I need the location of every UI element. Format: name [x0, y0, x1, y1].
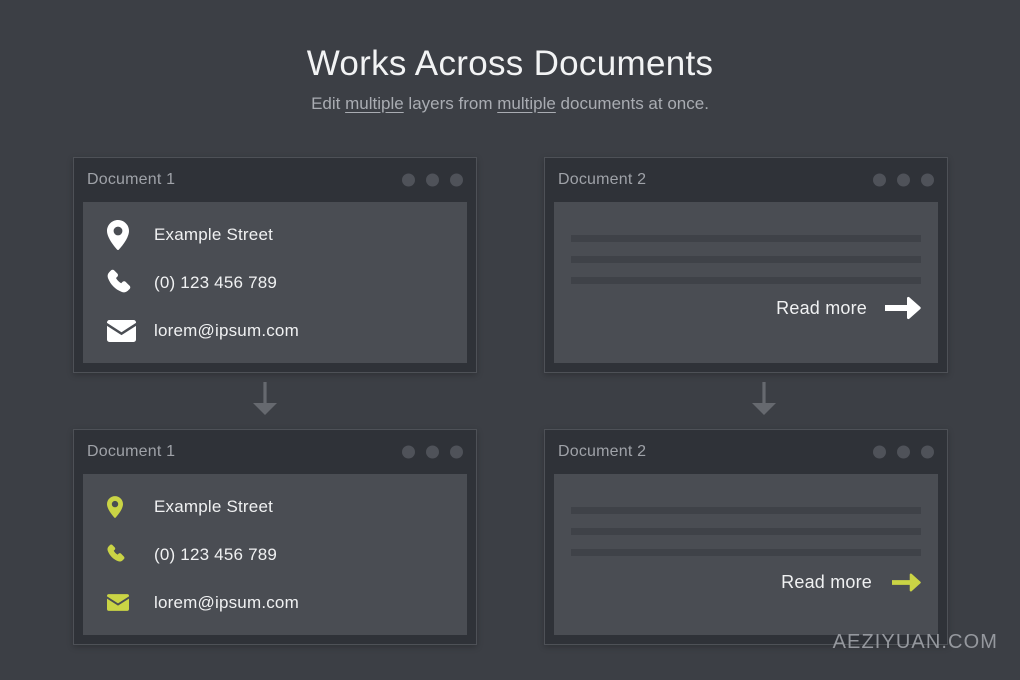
card-document-1-after[interactable]: Document 1 Example Street — [73, 429, 477, 645]
page-title: Works Across Documents — [0, 46, 1020, 83]
contact-row-email[interactable]: lorem@ipsum.com — [107, 579, 455, 627]
placeholder-line — [571, 528, 921, 535]
arrow-down-icon-right — [751, 382, 777, 416]
contact-text-email: lorem@ipsum.com — [154, 321, 299, 341]
contact-row-email[interactable]: lorem@ipsum.com — [107, 307, 455, 355]
arrow-right-icon — [885, 295, 921, 321]
envelope-icon — [107, 320, 147, 342]
read-more-label: Read more — [781, 572, 872, 593]
card-document-2-after[interactable]: Document 2 Read more — [544, 429, 948, 645]
card-document-1-before[interactable]: Document 1 Example Street — [73, 157, 477, 373]
placeholder-line — [571, 549, 921, 556]
window-controls — [873, 446, 934, 459]
card-panel: Example Street (0) 123 456 789 — [83, 202, 467, 363]
placeholder-lines — [571, 235, 921, 298]
placeholder-lines — [571, 507, 921, 570]
location-pin-icon — [107, 496, 147, 518]
card-panel: Example Street (0) 123 456 789 — [83, 474, 467, 635]
window-dot-1[interactable] — [402, 174, 415, 187]
window-dot-2[interactable] — [426, 174, 439, 187]
window-dot-2[interactable] — [897, 174, 910, 187]
card-panel: Read more — [554, 474, 938, 635]
placeholder-line — [571, 256, 921, 263]
contact-text-address: Example Street — [154, 225, 273, 245]
read-more-link[interactable]: Read more — [776, 295, 921, 321]
card-panel: Read more — [554, 202, 938, 363]
card-title: Document 1 — [87, 443, 175, 461]
read-more-label: Read more — [776, 298, 867, 319]
card-titlebar: Document 1 — [74, 430, 476, 474]
subtitle-link-multiple-1[interactable]: multiple — [345, 94, 404, 113]
contact-text-phone: (0) 123 456 789 — [154, 273, 277, 293]
window-dot-1[interactable] — [402, 446, 415, 459]
window-dot-2[interactable] — [897, 446, 910, 459]
subtitle-segment: documents at once. — [556, 94, 709, 113]
placeholder-line — [571, 235, 921, 242]
contact-text-email: lorem@ipsum.com — [154, 593, 299, 613]
contact-text-address: Example Street — [154, 497, 273, 517]
window-controls — [402, 446, 463, 459]
phone-icon — [107, 544, 147, 565]
window-dot-1[interactable] — [873, 174, 886, 187]
contact-list: Example Street (0) 123 456 789 — [107, 202, 455, 363]
card-titlebar: Document 2 — [545, 158, 947, 202]
subtitle-segment: Edit — [311, 94, 345, 113]
contact-text-phone: (0) 123 456 789 — [154, 545, 277, 565]
contact-list: Example Street (0) 123 456 789 — [107, 474, 455, 635]
read-more-link[interactable]: Read more — [781, 572, 921, 593]
window-dot-3[interactable] — [921, 174, 934, 187]
window-dot-3[interactable] — [921, 446, 934, 459]
page-subtitle: Edit multiple layers from multiple docum… — [0, 94, 1020, 114]
location-pin-icon — [107, 220, 147, 250]
phone-icon — [107, 269, 147, 297]
card-titlebar: Document 1 — [74, 158, 476, 202]
arrow-right-icon — [892, 572, 921, 593]
card-title: Document 2 — [558, 443, 646, 461]
window-controls — [873, 174, 934, 187]
arrow-down-icon-left — [252, 382, 278, 416]
window-dot-1[interactable] — [873, 446, 886, 459]
card-titlebar: Document 2 — [545, 430, 947, 474]
window-dot-3[interactable] — [450, 174, 463, 187]
placeholder-line — [571, 277, 921, 284]
card-title: Document 2 — [558, 171, 646, 189]
contact-row-phone[interactable]: (0) 123 456 789 — [107, 531, 455, 579]
card-document-2-before[interactable]: Document 2 Read more — [544, 157, 948, 373]
window-dot-2[interactable] — [426, 446, 439, 459]
envelope-icon — [107, 594, 147, 611]
contact-row-phone[interactable]: (0) 123 456 789 — [107, 259, 455, 307]
contact-row-address[interactable]: Example Street — [107, 211, 455, 259]
watermark: AEZIYUAN.COM — [833, 631, 998, 654]
subtitle-segment: layers from — [404, 94, 498, 113]
page-header: Works Across Documents Edit multiple lay… — [0, 0, 1020, 114]
placeholder-line — [571, 507, 921, 514]
window-dot-3[interactable] — [450, 446, 463, 459]
window-controls — [402, 174, 463, 187]
contact-row-address[interactable]: Example Street — [107, 483, 455, 531]
subtitle-link-multiple-2[interactable]: multiple — [497, 94, 556, 113]
card-title: Document 1 — [87, 171, 175, 189]
